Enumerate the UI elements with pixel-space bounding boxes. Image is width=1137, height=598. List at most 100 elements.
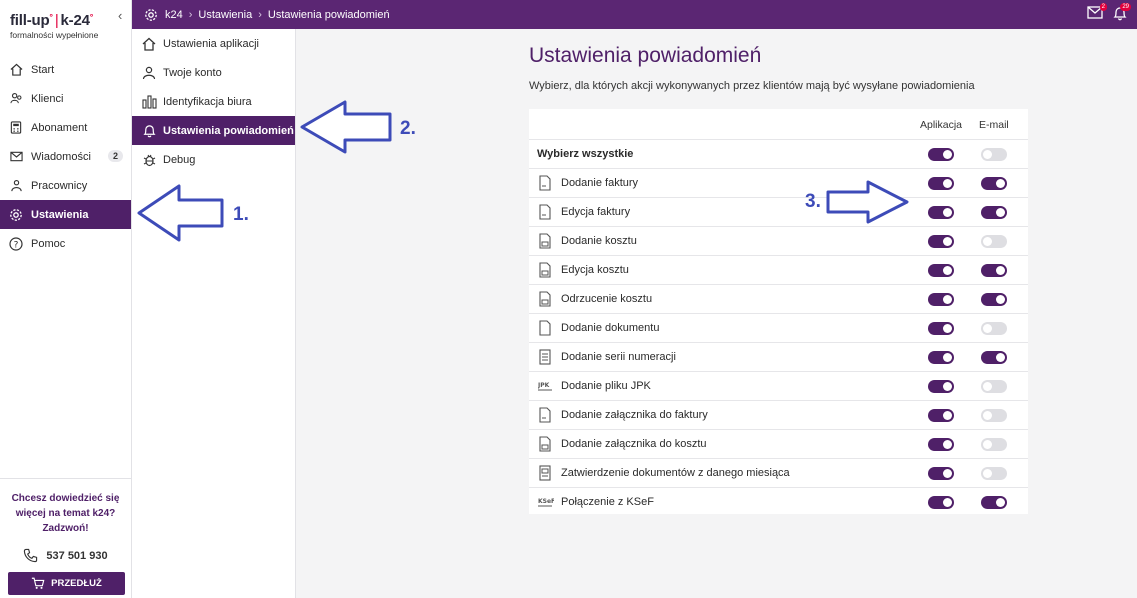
submenu-item-account[interactable]: Twoje konto [132,58,295,87]
sidebar-item-start[interactable]: Start [0,55,131,84]
sidebar-item-pracownicy[interactable]: Pracownicy [0,171,131,200]
email-notification-toggle[interactable] [981,177,1007,190]
document-icon [538,320,552,336]
sidebar-item-klienci[interactable]: Klienci [0,84,131,113]
row-label: Odrzucenie kosztu [561,293,653,305]
row-label: Zatwierdzenie dokumentów z danego miesią… [561,467,790,479]
team-icon [9,179,23,193]
select-all-app-toggle[interactable] [928,148,954,161]
sidebar-item-label: Pomoc [31,237,66,250]
invoice-icon [538,204,552,220]
email-notification-toggle[interactable] [981,438,1007,451]
app-notification-toggle[interactable] [928,496,954,509]
home-icon [9,63,23,77]
chevron-right-icon: › [258,8,262,21]
bug-icon [141,152,157,168]
column-header-email: E-mail [979,119,1009,131]
email-notification-toggle[interactable] [981,380,1007,393]
submenu-item-app-settings[interactable]: Ustawienia aplikacji [132,29,295,58]
submenu-item-label: Ustawienia aplikacji [163,37,259,50]
svg-text:JPK: JPK [538,382,550,389]
invoice-icon [538,175,552,191]
email-notification-toggle[interactable] [981,467,1007,480]
sidebar-item-label: Wiadomości [31,150,91,163]
help-icon: ? [9,236,23,251]
app-notification-toggle[interactable] [928,409,954,422]
app-notification-toggle[interactable] [928,206,954,219]
promo-box: Chcesz dowiedzieć się więcej na temat k2… [0,478,131,563]
submenu-item-office-id[interactable]: Identyfikacja biura [132,87,295,116]
collapse-sidebar-icon[interactable]: ‹ [118,8,122,23]
app-notification-toggle[interactable] [928,380,954,393]
breadcrumb-item-k24[interactable]: k24 [165,9,183,21]
ksef-icon: KSeF [538,494,555,510]
person-icon [141,65,157,81]
submenu-item-notification-settings[interactable]: Ustawienia powiadomień [132,116,295,145]
table-row: Dodanie faktury [529,168,1028,197]
calculator-icon [9,121,23,135]
sidebar-item-ustawienia[interactable]: Ustawienia [0,200,131,229]
email-notification-toggle[interactable] [981,409,1007,422]
sidebar-item-pomoc[interactable]: ? Pomoc [0,229,131,258]
gear-icon [9,208,23,222]
annotation-label-1: 1. [233,204,249,225]
settings-gear-icon [145,8,157,21]
app-notification-toggle[interactable] [928,177,954,190]
cost-document-icon [538,233,552,249]
notifications-button[interactable]: 29 [1113,3,1131,24]
sidebar: fill-up° | k-24° formalności wypełnione ‹ … [0,0,132,598]
annotation-arrow-icon [137,184,224,242]
select-all-email-toggle[interactable] [981,148,1007,161]
app-notification-toggle[interactable] [928,351,954,364]
unread-count-badge: 2 [107,150,123,162]
annotation-arrow-icon [300,100,392,154]
sidebar-item-label: Start [31,63,55,76]
app-notification-toggle[interactable] [928,293,954,306]
mail-icon [9,150,23,164]
logo[interactable]: fill-up° | k-24° formalności wypełnione [10,12,98,40]
app-notification-toggle[interactable] [928,322,954,335]
email-notification-toggle[interactable] [981,235,1007,248]
sidebar-item-abonament[interactable]: Abonament [0,113,131,142]
email-notification-toggle[interactable] [981,496,1007,509]
cart-icon [32,577,45,589]
annotation-label-3: 3. [805,191,821,212]
app-notification-toggle[interactable] [928,235,954,248]
row-label: Dodanie dokumentu [561,322,660,334]
select-all-row: Wybierz wszystkie [529,139,1028,168]
row-label: Edycja faktury [561,206,631,218]
app-notification-toggle[interactable] [928,264,954,277]
table-row: Dodanie dokumentu [529,313,1028,342]
users-icon [9,92,23,106]
row-label: Połączenie z KSeF [561,496,654,508]
table-row: Dodanie kosztu [529,226,1028,255]
breadcrumb-item-ustawienia[interactable]: Ustawienia [198,9,252,21]
table-row: KSeF Połączenie z KSeF [529,487,1028,516]
building-icon [141,94,157,110]
email-notification-toggle[interactable] [981,351,1007,364]
sidebar-item-label: Pracownicy [31,179,88,192]
phone-number: 537 501 930 [46,549,108,562]
sidebar-item-wiadomosci[interactable]: Wiadomości 2 [0,142,131,171]
app-notification-toggle[interactable] [928,467,954,480]
promo-phone[interactable]: 537 501 930 [0,548,131,563]
table-row: Edycja faktury [529,197,1028,226]
submenu-item-debug[interactable]: Debug [132,145,295,174]
email-notification-toggle[interactable] [981,293,1007,306]
email-notification-toggle[interactable] [981,322,1007,335]
email-notification-toggle[interactable] [981,206,1007,219]
table-row: Dodanie serii numeracji [529,342,1028,371]
phone-icon [24,548,38,563]
renew-subscription-button[interactable]: PRZEDŁUŻ [8,572,125,595]
chevron-right-icon: › [188,8,193,21]
messages-badge: 2 [1099,3,1107,11]
cost-document-icon [538,436,552,452]
breadcrumb: k24 › Ustawienia › Ustawienia powiadomie… [132,8,396,22]
cost-document-icon [538,291,552,307]
table-row: Zatwierdzenie dokumentów z danego miesią… [529,458,1028,487]
email-notification-toggle[interactable] [981,264,1007,277]
breadcrumb-item-current: Ustawienia powiadomień [267,8,390,21]
messages-button[interactable]: 2 [1087,3,1107,24]
app-notification-toggle[interactable] [928,438,954,451]
table-row: JPK Dodanie pliku JPK [529,371,1028,400]
